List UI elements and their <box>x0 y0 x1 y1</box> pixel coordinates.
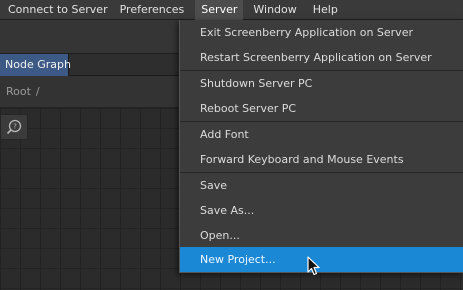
svg-text:?: ? <box>13 123 17 131</box>
tab-node-graph[interactable]: Node Graph <box>0 54 71 76</box>
server-dropdown-menu: Exit Screenberry Application on Server R… <box>179 20 463 273</box>
menu-server[interactable]: Server <box>195 0 244 20</box>
menu-item-shutdown-server[interactable]: Shutdown Server PC <box>180 71 463 96</box>
menu-item-save-as[interactable]: Save As... <box>180 198 463 223</box>
menu-bar: Connect to Server Preferences Server Win… <box>0 0 463 20</box>
menu-item-forward-keyboard-mouse[interactable]: Forward Keyboard and Mouse Events <box>180 147 463 172</box>
menu-connect-to-server[interactable]: Connect to Server <box>0 0 114 20</box>
help-search-button[interactable]: ? <box>0 114 28 140</box>
menu-item-restart-screenberry[interactable]: Restart Screenberry Application on Serve… <box>180 45 463 70</box>
breadcrumb-root[interactable]: Root <box>6 85 31 98</box>
menu-preferences[interactable]: Preferences <box>114 0 191 20</box>
menu-item-new-project[interactable]: New Project... <box>180 247 463 272</box>
menu-item-exit-screenberry[interactable]: Exit Screenberry Application on Server <box>180 20 463 45</box>
menu-window[interactable]: Window <box>247 0 302 20</box>
menu-item-reboot-server[interactable]: Reboot Server PC <box>180 96 463 121</box>
menu-item-save[interactable]: Save <box>180 173 463 198</box>
menu-item-open[interactable]: Open... <box>180 223 463 248</box>
breadcrumb-separator: / <box>35 85 40 98</box>
arrow-pointer-icon <box>307 256 320 276</box>
menu-item-add-font[interactable]: Add Font <box>180 122 463 147</box>
help-search-icon: ? <box>6 119 22 135</box>
menu-help[interactable]: Help <box>307 0 344 20</box>
